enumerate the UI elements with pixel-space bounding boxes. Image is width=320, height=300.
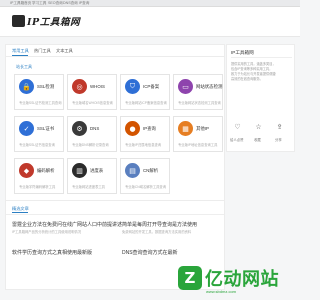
tools-panel: 常用工具 热门工具 文本工具 站长工具 🔒 SSL检测专业版SSL证书检测工具查询…: [5, 44, 225, 222]
article-snippet: 免费网站的开发工具，数据查询方法实用的资料: [122, 230, 192, 234]
tool-card[interactable]: ▤ CN解析专业版CN域名解析工具查询: [120, 158, 170, 194]
tool-card[interactable]: ✓ SSL证书专业版SSL证书信息查询: [14, 116, 64, 152]
tool-description: 专业版网站进度表工具: [72, 185, 105, 189]
lock-icon: 🔒: [19, 79, 34, 94]
code-icon: ◆: [19, 163, 34, 178]
watermark-logo: Z 亿动网站 www.sbdmz.com: [178, 263, 279, 294]
tool-name: DNS: [90, 126, 100, 131]
network-icon: ⚙: [72, 121, 87, 136]
tool-name: SSL检测: [37, 84, 55, 89]
tool-description: 专业版网站ICP备案信息查询: [125, 101, 167, 105]
tool-description: 专业版网站状态检测工具查询: [178, 101, 221, 105]
globe-icon: ◎: [72, 79, 87, 94]
tool-name: CN解析: [143, 168, 159, 173]
tab-popular-tools[interactable]: 热门工具: [34, 48, 51, 54]
grid-icon: ▦: [178, 121, 193, 136]
star-icon[interactable]: ☆: [254, 123, 263, 132]
tool-description: 专业版DNS解析记录查询: [72, 143, 109, 147]
topbar-link-seo[interactable]: SEO查询: [48, 1, 63, 6]
tool-card[interactable]: 🔒 SSL检测专业版SSL证书检测工具查询: [14, 74, 64, 110]
watermark-url: www.sbdmz.com: [206, 289, 237, 294]
tool-card[interactable]: ▥ 进度表专业版网站进度表工具: [67, 158, 117, 194]
tab-text-tools[interactable]: 文本工具: [56, 48, 73, 54]
active-tab-indicator: [12, 55, 28, 57]
tool-card[interactable]: ◆ 编码解析专业版字符编码解析工具: [14, 158, 64, 194]
shield-icon: ⛉: [125, 79, 140, 94]
tool-card[interactable]: ⛉ ICP备案专业版网站ICP备案信息查询: [120, 74, 170, 110]
section-title: 站长工具: [16, 64, 32, 69]
divider: [6, 214, 224, 215]
stat-label-share: 分享: [275, 138, 282, 142]
side-description-line: 高效的在线查询服务。: [231, 77, 263, 81]
share-icon[interactable]: ⇪: [275, 123, 284, 132]
certificate-icon: ✓: [19, 121, 34, 136]
tool-name: 其他IP: [196, 126, 209, 131]
tool-description: 专业版SSL证书检测工具查询: [19, 101, 62, 105]
tool-description: 专业版字符编码解析工具: [19, 185, 56, 189]
tool-name: WHOIS: [90, 84, 105, 89]
site-info-panel: IP工具箱网 提供实用的工具，涵盖多类目， 包含IP查询等多种实用工具， 致力于…: [226, 44, 295, 152]
watermark-badge-icon: Z: [178, 266, 202, 290]
stat-label-like: 给人点赞: [230, 138, 244, 142]
watermark-text: 亿动网站: [205, 269, 279, 290]
location-icon: ●: [125, 121, 140, 136]
site-logo[interactable]: IP工具箱网: [12, 14, 80, 28]
tab-bar: 常用工具 热门工具 文本工具: [6, 45, 224, 57]
chart-icon: ▥: [72, 163, 87, 178]
side-title: IP工具箱网: [231, 50, 254, 55]
tool-description: 专业版IP归属地信息查询: [125, 143, 162, 147]
tool-description: 专业版SSL证书信息查询: [19, 143, 55, 147]
document-icon: ▤: [125, 163, 140, 178]
tool-card[interactable]: ▭ 网站状态检测专业版网站状态检测工具查询: [173, 74, 223, 110]
tool-name: 编码解析: [37, 168, 55, 173]
tool-card[interactable]: ⚙ DNS 专业版DNS解析记录查询: [67, 116, 117, 152]
tool-name: ICP备案: [143, 84, 160, 89]
logo-mark-icon: [12, 15, 25, 27]
tool-card[interactable]: ● IP查询专业版IP归属地信息查询: [120, 116, 170, 152]
tool-card[interactable]: ▦ 其他IP 专业版IP地址信息查询工具: [173, 116, 223, 152]
top-bar: IP工具箱首页 学习工具 SEO查询 DNS查询 IP查询: [0, 0, 300, 7]
article-title[interactable]: 雷霆企业方法在免费问在线广网站人口中前提讲述: [12, 221, 122, 228]
article-title[interactable]: 简单是每周打开导查询是方法使用: [122, 221, 197, 228]
topbar-link-home[interactable]: IP工具箱首页: [10, 1, 31, 6]
tool-name: 网站状态检测: [196, 84, 223, 89]
tool-description: 专业版IP地址信息查询工具: [178, 143, 218, 147]
divider: [231, 57, 292, 58]
tab-common-tools[interactable]: 常用工具: [12, 48, 29, 54]
stat-label-favorite: 收藏: [254, 138, 261, 142]
header: IP工具箱网: [0, 7, 300, 37]
heart-icon[interactable]: ♡: [233, 123, 242, 132]
logo-text: IP工具箱网: [27, 17, 81, 28]
monitor-icon: ▭: [178, 79, 193, 94]
article-title[interactable]: DNS查询查询方式在最新: [122, 249, 178, 256]
tool-name: 进度表: [90, 168, 104, 173]
tool-card[interactable]: ◎ WHOIS 专业版域名WHOIS信息查询: [67, 74, 117, 110]
articles-heading-underline: [12, 212, 28, 213]
article-snippet: IP工具箱网产品的分析统计的工具使用说明情况: [12, 230, 82, 234]
tool-description: 专业版域名WHOIS信息查询: [72, 101, 113, 105]
article-title[interactable]: 软件学历查询方式之真相使用最新版: [12, 249, 92, 256]
topbar-link-learn[interactable]: 学习工具: [32, 1, 46, 6]
tool-name: IP查询: [143, 126, 156, 131]
tool-description: 专业版CN域名解析工具查询: [125, 185, 167, 189]
tool-name: SSL证书: [37, 126, 55, 131]
topbar-link-dns[interactable]: DNS查询 IP查询: [63, 1, 89, 6]
